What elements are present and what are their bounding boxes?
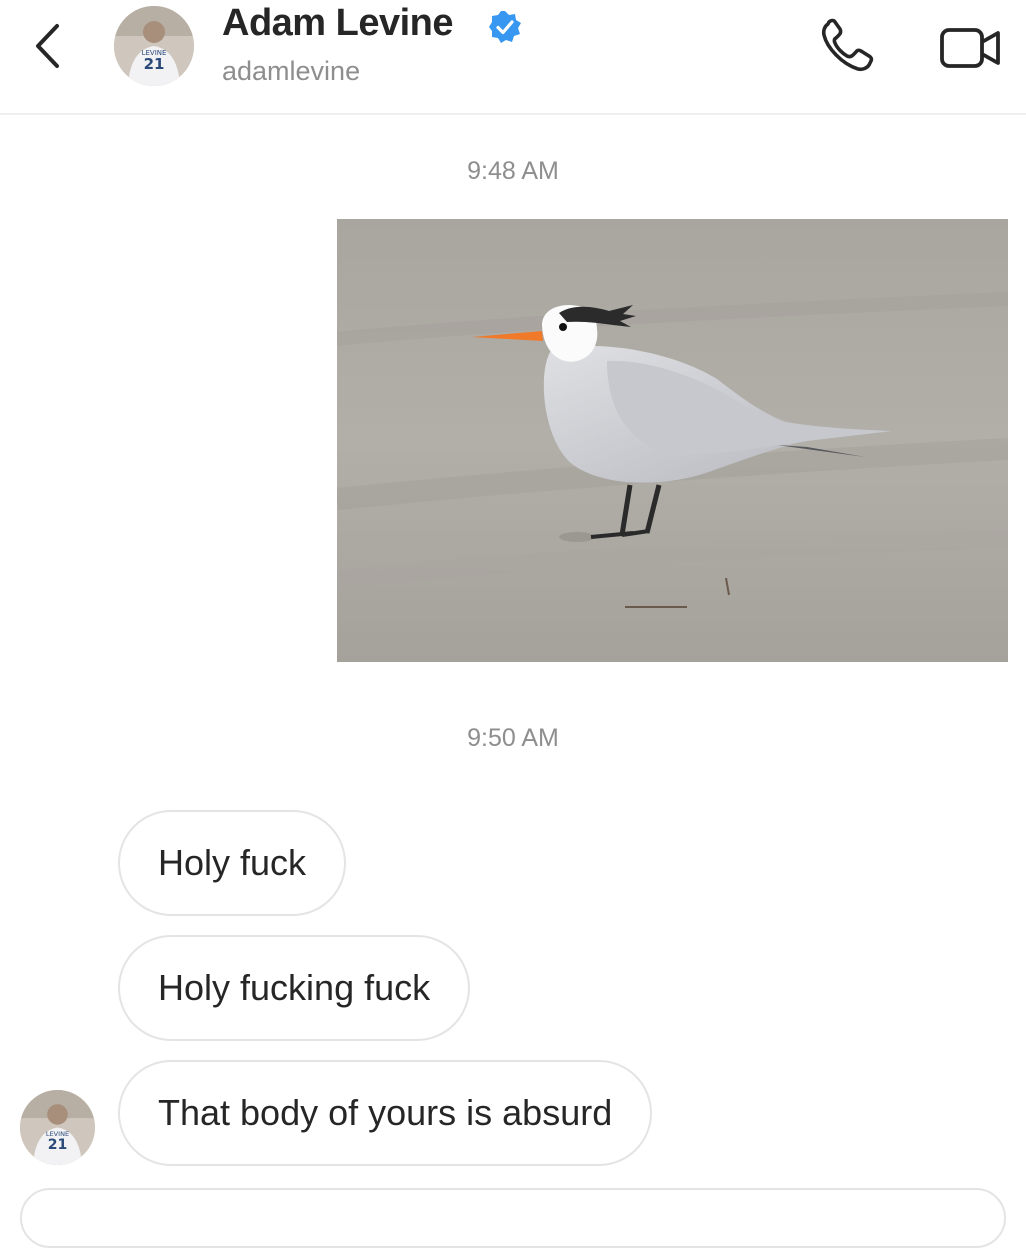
contact-avatar[interactable]: 21 LEVINE — [114, 6, 194, 86]
svg-text:21: 21 — [144, 55, 165, 73]
svg-text:LEVINE: LEVINE — [46, 1130, 69, 1138]
phone-icon — [821, 18, 874, 72]
verified-badge-icon — [489, 11, 521, 43]
contact-handle: adamlevine — [222, 56, 361, 86]
svg-text:LEVINE: LEVINE — [142, 49, 167, 57]
message-composer[interactable] — [20, 1188, 1006, 1248]
back-button[interactable] — [22, 18, 72, 74]
video-call-button[interactable] — [936, 14, 1006, 78]
chevron-left-icon — [36, 24, 59, 68]
received-message-bubble[interactable]: Holy fuck — [118, 810, 347, 916]
message-timestamp: 9:50 AM — [467, 724, 559, 752]
received-message-bubble[interactable]: That body of yours is absurd — [118, 1060, 653, 1166]
header-divider — [0, 113, 1026, 115]
svg-text:21: 21 — [48, 1137, 68, 1153]
voice-call-button[interactable] — [816, 14, 880, 78]
received-message-bubble[interactable]: Holy fucking fuck — [118, 935, 471, 1041]
message-timestamp: 9:48 AM — [467, 157, 559, 185]
contact-name[interactable]: Adam Levine — [222, 2, 454, 45]
sent-photo[interactable] — [337, 219, 1008, 662]
video-camera-icon — [940, 28, 1000, 68]
sender-avatar[interactable]: 21 LEVINE — [20, 1090, 95, 1165]
